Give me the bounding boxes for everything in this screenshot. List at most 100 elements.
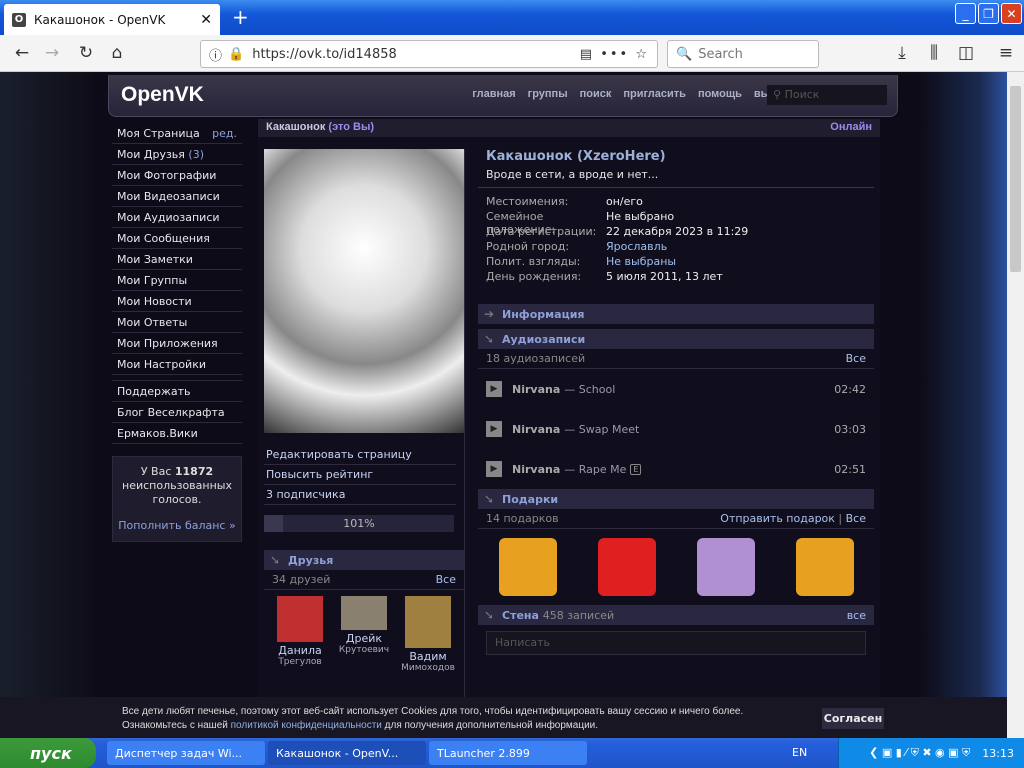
information-header[interactable]: Информация: [478, 304, 874, 324]
label: Мои Заметки: [117, 253, 193, 266]
profile-header: Какашонок (это Вы) Онлайн: [258, 119, 880, 137]
politics-link[interactable]: Не выбраны: [606, 255, 676, 268]
sidebar-item-news[interactable]: Мои Новости: [112, 291, 242, 312]
site-header: OpenVK главная группы поиск пригласить п…: [108, 75, 898, 117]
info-row: Дата регистрации: 22 декабря 2023 в 11:29: [486, 225, 749, 238]
audio-track[interactable]: ▶ Nirvana — Swap Meet 03:03: [478, 409, 874, 449]
label: Мои Ответы: [117, 316, 188, 329]
followers-link[interactable]: 3 подписчика: [264, 485, 456, 505]
wall-post-input[interactable]: Написать: [486, 631, 866, 655]
label: Ермаков.Вики: [117, 427, 198, 440]
start-button[interactable]: пуск: [0, 738, 96, 768]
sidebar-item-videos[interactable]: Мои Видеозаписи: [112, 186, 242, 207]
gift-item[interactable]: [795, 538, 854, 596]
nav-search[interactable]: поиск: [580, 88, 612, 100]
audio-track[interactable]: ▶ Nirvana — Rape Me E 02:51: [478, 449, 874, 489]
nav-help[interactable]: помощь: [698, 88, 742, 100]
sidebar-item-my-page[interactable]: Моя Страница ред.: [112, 123, 242, 144]
friend-item[interactable]: Дрейк Крутоевич: [334, 596, 394, 673]
boost-rating-link[interactable]: Повысить рейтинг: [264, 465, 456, 485]
friends-all-link[interactable]: Все: [436, 573, 456, 586]
audio-count: 18 аудиозаписей: [486, 352, 586, 365]
sidebar-link-wiki[interactable]: Ермаков.Вики: [112, 423, 242, 444]
browser-search-input[interactable]: 🔍 Search: [667, 40, 819, 68]
gift-item[interactable]: [696, 538, 755, 596]
gift-item[interactable]: [597, 538, 656, 596]
audio-track[interactable]: ▶ Nirvana — School 02:42: [478, 369, 874, 409]
back-icon[interactable]: ←: [10, 43, 34, 65]
sidebar-item-replies[interactable]: Мои Ответы: [112, 312, 242, 333]
close-window-button[interactable]: ✕: [1001, 3, 1022, 24]
votes-box: У Вас 11872 неиспользованных голосов. По…: [112, 456, 242, 542]
info-icon[interactable]: ⓘ: [209, 45, 222, 64]
info-row: Полит. взгляды: Не выбраны: [486, 255, 677, 268]
url-bar[interactable]: ⓘ 🔒 https://ovk.to/id14858 ▤ ••• ☆: [200, 40, 658, 68]
sidebar-icon[interactable]: ◫: [954, 43, 978, 65]
friends-section: Друзья 34 друзей Все ДанилаТрегулов Дрейк…: [264, 550, 464, 679]
send-gift-link[interactable]: Отправить подарок: [720, 512, 835, 525]
sidebar-item-settings[interactable]: Мои Настройки: [112, 354, 242, 375]
friends-header[interactable]: Друзья: [264, 550, 464, 570]
search-placeholder: Поиск: [784, 88, 820, 101]
browser-tab[interactable]: O Какашонок - OpenVK ✕: [4, 4, 220, 35]
new-tab-button[interactable]: +: [232, 5, 249, 29]
sidebar-link-blog[interactable]: Блог Веселкрафта: [112, 402, 242, 423]
sidebar-item-apps[interactable]: Мои Приложения: [112, 333, 242, 354]
friend-item[interactable]: Данила Трегулов: [270, 596, 330, 673]
label: Мои Настройки: [117, 358, 206, 371]
openvk-logo[interactable]: OpenVK: [121, 83, 204, 107]
label: Моя Страница: [117, 127, 200, 140]
library-icon[interactable]: ⫼: [922, 43, 946, 65]
sidebar-item-groups[interactable]: Мои Группы: [112, 270, 242, 291]
forward-icon[interactable]: →: [40, 43, 64, 65]
friends-count: 34 друзей: [272, 573, 331, 586]
play-icon[interactable]: ▶: [486, 421, 502, 437]
nav-home[interactable]: главная: [472, 88, 515, 100]
wall-header[interactable]: Стена 458 записейвсе: [478, 605, 874, 625]
sidebar-item-friends[interactable]: Мои Друзья (3): [112, 144, 242, 165]
sidebar: Моя Страница ред. Мои Друзья (3) Мои Фото…: [112, 123, 242, 542]
menu-icon[interactable]: ≡: [994, 43, 1018, 65]
play-icon[interactable]: ▶: [486, 461, 502, 477]
maximize-button[interactable]: ❐: [978, 3, 999, 24]
page-actions-icon[interactable]: ▤ ••• ☆: [580, 47, 649, 62]
votes-count: 11872: [174, 465, 214, 478]
taskbar-browser[interactable]: Какашонок - OpenV...: [268, 741, 426, 765]
play-icon[interactable]: ▶: [486, 381, 502, 397]
edit-link[interactable]: ред.: [212, 127, 237, 140]
audio-all-link[interactable]: Все: [846, 352, 866, 365]
online-status: Онлайн: [830, 121, 872, 133]
sidebar-item-notes[interactable]: Мои Заметки: [112, 249, 242, 270]
audio-header[interactable]: Аудиозаписи: [478, 329, 874, 349]
gift-item[interactable]: [498, 538, 557, 596]
sidebar-item-audio[interactable]: Мои Аудиозаписи: [112, 207, 242, 228]
hometown-link[interactable]: Ярославль: [606, 240, 667, 253]
close-tab-icon[interactable]: ✕: [200, 12, 212, 28]
page-scrollbar[interactable]: [1007, 72, 1024, 738]
minimize-button[interactable]: _: [955, 3, 976, 24]
gifts-header[interactable]: Подарки: [478, 489, 874, 509]
accept-cookies-button[interactable]: Согласен: [822, 708, 884, 729]
sidebar-link-donate[interactable]: Поддержать: [112, 381, 242, 402]
friend-item[interactable]: Вадим Мимоходов: [398, 596, 458, 673]
taskbar-task-manager[interactable]: Диспетчер задач Wi...: [107, 741, 265, 765]
taskbar-tlauncher[interactable]: TLauncher 2.899: [429, 741, 587, 765]
top-up-balance-link[interactable]: Пополнить баланс »: [117, 519, 237, 533]
profile-avatar[interactable]: [264, 149, 464, 433]
privacy-policy-link[interactable]: политикой конфиденциальности: [231, 720, 382, 731]
reload-icon[interactable]: ↻: [74, 43, 98, 65]
language-indicator[interactable]: EN: [792, 746, 807, 759]
download-icon[interactable]: ⤓: [890, 43, 914, 65]
edit-page-link[interactable]: Редактировать страницу: [264, 445, 456, 465]
nav-invite[interactable]: пригласить: [623, 88, 686, 100]
wall-all-link[interactable]: все: [847, 609, 866, 622]
site-search-input[interactable]: ⚲ Поиск: [767, 85, 887, 105]
gifts-all-link[interactable]: Все: [846, 512, 866, 525]
tray-icons[interactable]: ❮ ▣ ▮ ⁄ ⛨ ✖ ◉ ▣ ⛨: [869, 746, 970, 760]
sidebar-item-photos[interactable]: Мои Фотографии: [112, 165, 242, 186]
explicit-badge: E: [630, 463, 642, 475]
sidebar-item-messages[interactable]: Мои Сообщения: [112, 228, 242, 249]
profile-name: Какашонок: [266, 121, 326, 133]
nav-groups[interactable]: группы: [528, 88, 568, 100]
home-icon[interactable]: ⌂: [105, 43, 129, 65]
